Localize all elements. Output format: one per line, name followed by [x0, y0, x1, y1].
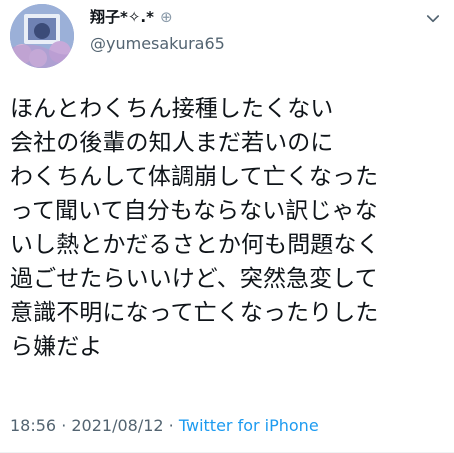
- avatar[interactable]: [10, 4, 74, 68]
- meta-separator: ·: [163, 416, 179, 435]
- tweet-time[interactable]: 18:56: [10, 416, 56, 435]
- chevron-down-icon: [426, 15, 440, 23]
- display-name[interactable]: 翔子*✧.* ⊕: [90, 8, 173, 26]
- tweet-text-line: 意識不明になって亡くなったりした: [10, 300, 379, 326]
- tweet-text-line: って聞いて自分もならない訳じゃな: [10, 198, 378, 224]
- tweet-text-line: 過ごせたらいいけど、突然急変して: [10, 266, 378, 292]
- avatar-image: [10, 4, 74, 68]
- display-name-suffix-icon: ⊕: [159, 8, 173, 26]
- tweet-card: 翔子*✧.* ⊕ @yumesakura65 ほんとわくちん接種したくない 会社の…: [0, 0, 454, 453]
- tweet-meta: 18:56 · 2021/08/12 · Twitter for iPhone: [10, 416, 319, 436]
- meta-separator: ·: [56, 416, 72, 435]
- tweet-date[interactable]: 2021/08/12: [71, 416, 163, 435]
- tweet-source-link[interactable]: Twitter for iPhone: [179, 416, 319, 435]
- tweet-text-line: わくちんして体調崩して亡くなった: [10, 164, 379, 190]
- tweet-text-line: ほんとわくちん接種したくない: [10, 96, 334, 122]
- tweet-text-line: いし熱とかだるさとか何も問題なく: [10, 232, 380, 258]
- tweet-text: ほんとわくちん接種したくない 会社の後輩の知人まだ若いのに わくちんして体調崩し…: [10, 92, 440, 364]
- tweet-text-line: 会社の後輩の知人まだ若いのに: [10, 130, 334, 156]
- more-options-button[interactable]: [424, 10, 442, 28]
- display-name-text: 翔子*✧.*: [90, 8, 154, 26]
- tweet-text-line: ら嫌だよ: [10, 334, 103, 360]
- user-handle[interactable]: @yumesakura65: [90, 35, 225, 53]
